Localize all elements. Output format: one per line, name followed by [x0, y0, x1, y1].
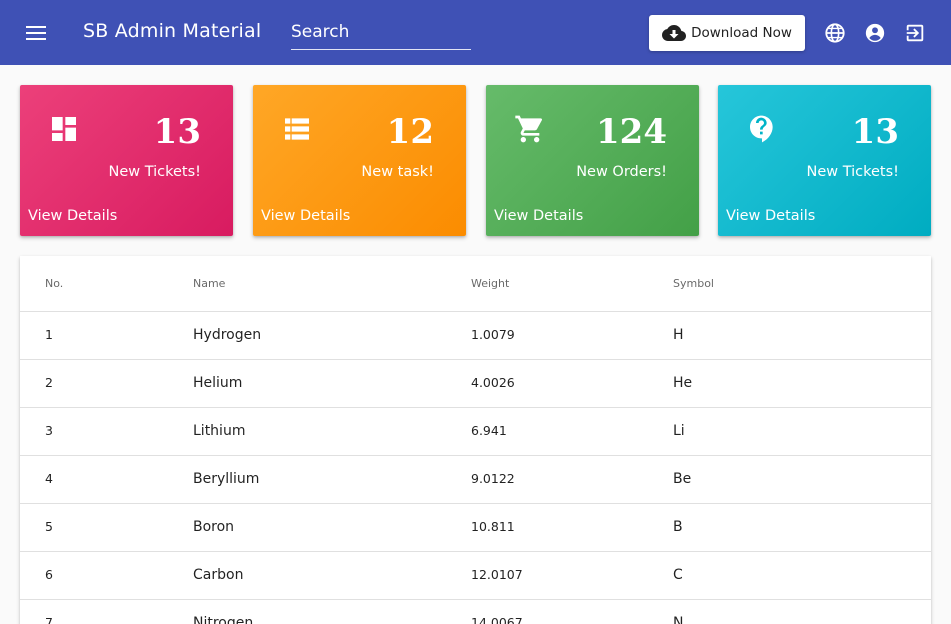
logout-icon[interactable]: [904, 22, 926, 44]
download-button[interactable]: Download Now: [649, 15, 805, 51]
table-row[interactable]: 5 Boron 10.811 B: [20, 504, 931, 552]
cell-symbol: C: [673, 567, 683, 583]
table-header: No. Name Weight Symbol: [20, 256, 931, 312]
elements-table: No. Name Weight Symbol 1 Hydrogen 1.0079…: [20, 256, 931, 624]
cell-symbol: He: [673, 375, 693, 391]
stat-value: 12: [386, 112, 434, 152]
top-toolbar: SB Admin Material Download Now: [0, 0, 951, 65]
cell-symbol: N: [673, 615, 684, 624]
stat-card-tasks: 12 New task! View Details: [253, 85, 466, 236]
search-input[interactable]: [291, 14, 471, 50]
table-row[interactable]: 1 Hydrogen 1.0079 H: [20, 312, 931, 360]
view-details-link[interactable]: View Details: [28, 208, 117, 224]
cell-weight: 4.0026: [471, 375, 515, 390]
cart-icon: [515, 115, 543, 143]
header-name[interactable]: Name: [193, 277, 225, 290]
stat-label: New Tickets!: [108, 164, 201, 180]
dashboard-icon: [52, 117, 76, 141]
cell-no: 6: [45, 567, 53, 582]
stat-label: New Orders!: [576, 164, 667, 180]
download-label: Download Now: [691, 25, 792, 41]
cell-name: Helium: [193, 375, 243, 391]
view-details-link[interactable]: View Details: [261, 208, 350, 224]
cell-symbol: B: [673, 519, 683, 535]
cell-no: 3: [45, 423, 53, 438]
cell-name: Lithium: [193, 423, 246, 439]
stat-label: New Tickets!: [806, 164, 899, 180]
header-symbol[interactable]: Symbol: [673, 277, 714, 290]
cell-name: Boron: [193, 519, 235, 535]
table-row[interactable]: 7 Nitrogen 14.0067 N: [20, 600, 931, 624]
account-circle-icon[interactable]: [864, 22, 886, 44]
view-details-link[interactable]: View Details: [726, 208, 815, 224]
globe-icon[interactable]: [824, 22, 846, 44]
cell-no: 5: [45, 519, 53, 534]
cell-weight: 12.0107: [471, 567, 523, 582]
cell-name: Beryllium: [193, 471, 260, 487]
cell-weight: 1.0079: [471, 327, 515, 342]
help-icon: [750, 115, 773, 143]
cell-no: 4: [45, 471, 53, 486]
header-weight[interactable]: Weight: [471, 277, 509, 290]
cell-weight: 14.0067: [471, 615, 523, 624]
cloud-download-icon: [662, 25, 687, 41]
cell-weight: 10.811: [471, 519, 515, 534]
cell-name: Carbon: [193, 567, 244, 583]
cell-symbol: Li: [673, 423, 685, 439]
menu-icon[interactable]: [22, 22, 50, 44]
table-row[interactable]: 2 Helium 4.0026 He: [20, 360, 931, 408]
stat-card-tickets: 13 New Tickets! View Details: [20, 85, 233, 236]
stat-value: 13: [153, 112, 201, 152]
table-row[interactable]: 3 Lithium 6.941 Li: [20, 408, 931, 456]
cell-name: Nitrogen: [193, 615, 254, 624]
cell-no: 2: [45, 375, 53, 390]
stat-value: 13: [851, 112, 899, 152]
header-no[interactable]: No.: [45, 277, 63, 290]
table-row[interactable]: 6 Carbon 12.0107 C: [20, 552, 931, 600]
stat-value: 124: [596, 112, 667, 152]
stat-card-support: 13 New Tickets! View Details: [718, 85, 931, 236]
cell-no: 7: [45, 615, 53, 624]
cell-name: Hydrogen: [193, 327, 262, 343]
table-row[interactable]: 4 Beryllium 9.0122 Be: [20, 456, 931, 504]
stat-card-orders: 124 New Orders! View Details: [486, 85, 699, 236]
cell-no: 1: [45, 327, 53, 342]
cell-weight: 9.0122: [471, 471, 515, 486]
view-details-link[interactable]: View Details: [494, 208, 583, 224]
cell-weight: 6.941: [471, 423, 507, 438]
cell-symbol: Be: [673, 471, 692, 487]
app-title[interactable]: SB Admin Material: [83, 20, 261, 42]
list-icon: [285, 118, 309, 140]
stat-label: New task!: [361, 164, 434, 180]
cell-symbol: H: [673, 327, 684, 343]
